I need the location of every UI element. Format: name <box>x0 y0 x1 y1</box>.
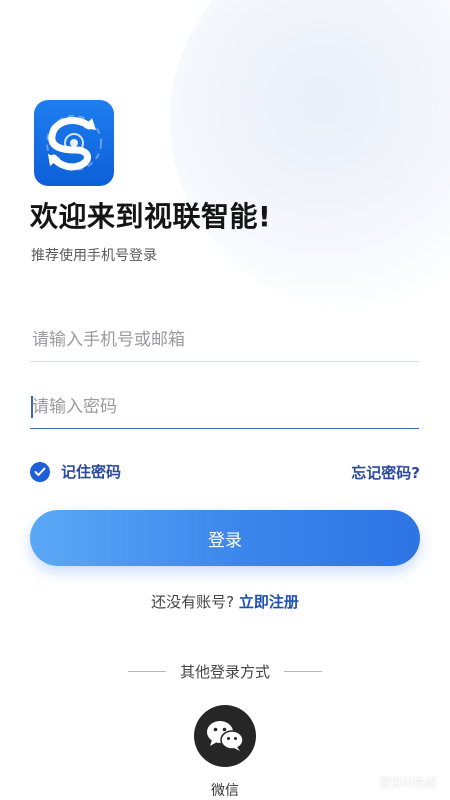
forgot-password-link[interactable]: 忘记密码? <box>351 462 420 483</box>
watermark: 豆包AI生成 <box>379 776 436 789</box>
text-caret <box>31 396 33 418</box>
phone-email-input[interactable] <box>30 318 419 362</box>
wechat-login-button[interactable] <box>194 705 256 767</box>
wechat-icon <box>207 721 244 751</box>
register-link[interactable]: 立即注册 <box>239 593 299 611</box>
divider-right <box>284 671 322 672</box>
divider-left <box>127 671 166 672</box>
remember-password-label: 记住密码 <box>61 463 122 481</box>
other-login-label: 其他登录方式 <box>179 663 270 681</box>
login-button[interactable]: 登录 <box>30 510 420 566</box>
register-prompt: 还没有账号? 立即注册 <box>0 591 450 612</box>
check-icon <box>30 461 50 482</box>
password-input[interactable] <box>30 385 419 429</box>
app-logo-icon <box>34 100 114 186</box>
background-decoration <box>170 0 450 310</box>
remember-password-toggle[interactable]: 记住密码 <box>30 461 121 482</box>
register-text: 还没有账号? <box>151 593 235 611</box>
login-page: 欢迎来到视联智能! 推荐使用手机号登录 记住密码 忘记密码? 登录 还没有账号?… <box>0 0 450 800</box>
page-subtitle: 推荐使用手机号登录 <box>31 248 157 264</box>
page-title: 欢迎来到视联智能! <box>30 200 272 233</box>
other-login-divider: 其他登录方式 <box>0 661 450 682</box>
